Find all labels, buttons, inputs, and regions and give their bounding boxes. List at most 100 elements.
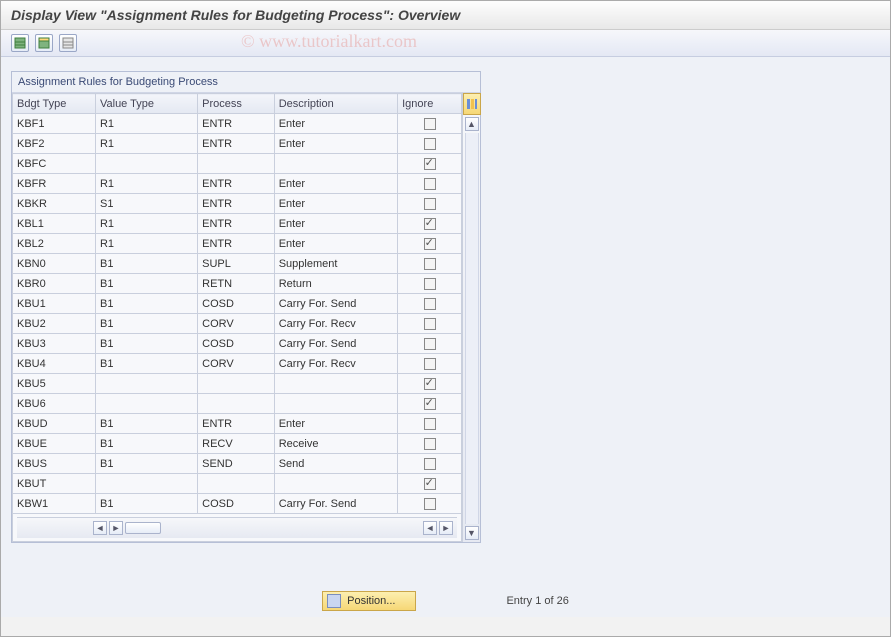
cell-proc [198,154,275,174]
cell-ignore [398,414,462,434]
cell-val [95,394,197,414]
entry-counter: Entry 1 of 26 [506,595,568,607]
table-row[interactable]: KBU1B1COSDCarry For. Send [13,294,462,314]
table-panel: Assignment Rules for Budgeting Process B… [11,71,481,543]
ignore-checkbox[interactable] [424,198,436,210]
ignore-checkbox[interactable] [424,478,436,490]
cell-ignore [398,354,462,374]
col-header-process[interactable]: Process [198,94,275,114]
toolbar-button-3[interactable] [59,34,77,52]
col-header-value-type[interactable]: Value Type [95,94,197,114]
cell-val: B1 [95,314,197,334]
cell-ignore [398,314,462,334]
cell-proc [198,474,275,494]
table-icon [14,37,26,49]
horizontal-scrollbar[interactable]: ◄ ► ◄ ► [17,517,457,538]
cell-val [95,374,197,394]
position-button[interactable]: Position... [322,591,416,611]
cell-bdgt: KBU1 [13,294,96,314]
scroll-right-icon[interactable]: ► [109,521,123,535]
ignore-checkbox[interactable] [424,218,436,230]
cell-desc [274,474,397,494]
cell-val: B1 [95,354,197,374]
ignore-checkbox[interactable] [424,238,436,250]
table-row[interactable]: KBFC [13,154,462,174]
scroll-left-icon[interactable]: ◄ [93,521,107,535]
table-row[interactable]: KBKRS1ENTREnter [13,194,462,214]
scroll-up-icon[interactable]: ▲ [465,117,479,131]
cell-proc [198,374,275,394]
table-row[interactable]: KBF2R1ENTREnter [13,134,462,154]
table-row[interactable]: KBUT [13,474,462,494]
cell-desc: Enter [274,414,397,434]
cell-proc: ENTR [198,234,275,254]
ignore-checkbox[interactable] [424,178,436,190]
cell-desc [274,394,397,414]
cell-bdgt: KBUE [13,434,96,454]
ignore-checkbox[interactable] [424,258,436,270]
col-header-ignore[interactable]: Ignore [398,94,462,114]
table-select-icon [38,37,50,49]
cell-desc: Enter [274,114,397,134]
cell-bdgt: KBN0 [13,254,96,274]
cell-proc: COSD [198,334,275,354]
table-row[interactable]: KBU4B1CORVCarry For. Recv [13,354,462,374]
cell-desc: Enter [274,134,397,154]
cell-ignore [398,114,462,134]
cell-ignore [398,154,462,174]
cell-val: R1 [95,174,197,194]
ignore-checkbox[interactable] [424,378,436,390]
ignore-checkbox[interactable] [424,458,436,470]
ignore-checkbox[interactable] [424,118,436,130]
ignore-checkbox[interactable] [424,298,436,310]
toolbar-button-2[interactable] [35,34,53,52]
ignore-checkbox[interactable] [424,418,436,430]
table-row[interactable]: KBN0B1SUPLSupplement [13,254,462,274]
toolbar-button-1[interactable] [11,34,29,52]
cell-proc: ENTR [198,214,275,234]
ignore-checkbox[interactable] [424,278,436,290]
cell-proc: RETN [198,274,275,294]
cell-proc: ENTR [198,134,275,154]
ignore-checkbox[interactable] [424,358,436,370]
cell-desc: Supplement [274,254,397,274]
ignore-checkbox[interactable] [424,498,436,510]
ignore-checkbox[interactable] [424,138,436,150]
col-header-bdgt-type[interactable]: Bdgt Type [13,94,96,114]
scroll-track[interactable] [465,133,479,524]
ignore-checkbox[interactable] [424,398,436,410]
table-row[interactable]: KBW1B1COSDCarry For. Send [13,494,462,514]
table-row[interactable]: KBL2R1ENTREnter [13,234,462,254]
table-row[interactable]: KBU3B1COSDCarry For. Send [13,334,462,354]
table-row[interactable]: KBU5 [13,374,462,394]
ignore-checkbox[interactable] [424,438,436,450]
table-row[interactable]: KBUSB1SENDSend [13,454,462,474]
cell-bdgt: KBU2 [13,314,96,334]
table-row[interactable]: KBUDB1ENTREnter [13,414,462,434]
cell-proc: RECV [198,434,275,454]
ignore-checkbox[interactable] [424,318,436,330]
ignore-checkbox[interactable] [424,158,436,170]
cell-val: R1 [95,214,197,234]
table-row[interactable]: KBU2B1CORVCarry For. Recv [13,314,462,334]
ignore-checkbox[interactable] [424,338,436,350]
scroll-left2-icon[interactable]: ◄ [423,521,437,535]
scroll-down-icon[interactable]: ▼ [465,526,479,540]
table-row[interactable]: KBF1R1ENTREnter [13,114,462,134]
table-row[interactable]: KBL1R1ENTREnter [13,214,462,234]
cell-ignore [398,174,462,194]
cell-val: R1 [95,134,197,154]
cell-bdgt: KBW1 [13,494,96,514]
scroll-thumb[interactable] [125,522,161,534]
table-row[interactable]: KBR0B1RETNReturn [13,274,462,294]
table-row[interactable]: KBFRR1ENTREnter [13,174,462,194]
col-header-description[interactable]: Description [274,94,397,114]
cell-bdgt: KBR0 [13,274,96,294]
assignment-rules-table: Bdgt Type Value Type Process Description… [12,93,462,542]
configure-columns-button[interactable] [463,93,481,115]
cell-ignore [398,454,462,474]
vertical-scrollbar[interactable]: ▲ ▼ [462,93,480,542]
table-row[interactable]: KBUEB1RECVReceive [13,434,462,454]
scroll-right2-icon[interactable]: ► [439,521,453,535]
table-row[interactable]: KBU6 [13,394,462,414]
